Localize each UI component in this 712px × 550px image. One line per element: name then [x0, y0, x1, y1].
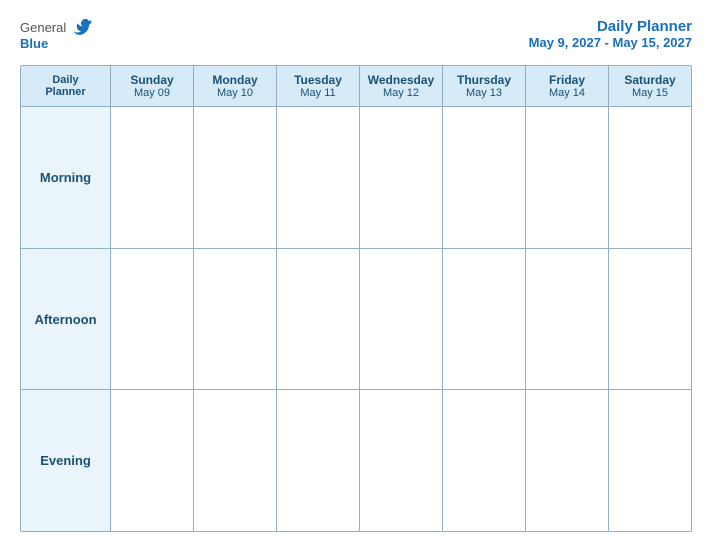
afternoon-row: Afternoon: [21, 249, 691, 391]
col-header-saturday: Saturday May 15: [609, 66, 691, 106]
day-date-saturday: May 15: [632, 87, 668, 99]
logo-blue-text: Blue: [20, 36, 48, 51]
afternoon-wednesday[interactable]: [360, 249, 443, 390]
evening-label-text: Evening: [40, 453, 91, 468]
morning-sunday[interactable]: [111, 107, 194, 248]
afternoon-thursday[interactable]: [443, 249, 526, 390]
col-header-monday: Monday May 10: [194, 66, 277, 106]
header-label-bottom: Planner: [45, 86, 85, 98]
morning-wednesday[interactable]: [360, 107, 443, 248]
calendar-grid: Daily Planner Sunday May 09 Monday May 1…: [20, 65, 692, 532]
morning-monday[interactable]: [194, 107, 277, 248]
planner-dates: May 9, 2027 - May 15, 2027: [529, 35, 692, 50]
day-date-monday: May 10: [217, 87, 253, 99]
afternoon-monday[interactable]: [194, 249, 277, 390]
header: General Blue Daily Planner May 9, 2027 -…: [20, 18, 692, 51]
col-header-sunday: Sunday May 09: [111, 66, 194, 106]
logo-bird-icon: [70, 18, 92, 36]
evening-row: Evening: [21, 390, 691, 531]
page: General Blue Daily Planner May 9, 2027 -…: [0, 0, 712, 550]
day-date-thursday: May 13: [466, 87, 502, 99]
morning-tuesday[interactable]: [277, 107, 360, 248]
morning-friday[interactable]: [526, 107, 609, 248]
day-name-thursday: Thursday: [457, 73, 511, 87]
col-header-thursday: Thursday May 13: [443, 66, 526, 106]
logo-area: General Blue: [20, 18, 92, 51]
morning-label: Morning: [21, 107, 111, 248]
col-header-friday: Friday May 14: [526, 66, 609, 106]
title-area: Daily Planner May 9, 2027 - May 15, 2027: [529, 18, 692, 50]
calendar-header-row: Daily Planner Sunday May 09 Monday May 1…: [21, 66, 691, 107]
day-date-wednesday: May 12: [383, 87, 419, 99]
day-date-sunday: May 09: [134, 87, 170, 99]
day-name-friday: Friday: [549, 73, 585, 87]
col-header-wednesday: Wednesday May 12: [360, 66, 443, 106]
afternoon-label-text: Afternoon: [34, 312, 96, 327]
morning-saturday[interactable]: [609, 107, 691, 248]
afternoon-sunday[interactable]: [111, 249, 194, 390]
afternoon-friday[interactable]: [526, 249, 609, 390]
evening-friday[interactable]: [526, 390, 609, 531]
logo-general-text: General: [20, 20, 66, 35]
day-name-sunday: Sunday: [130, 73, 173, 87]
evening-tuesday[interactable]: [277, 390, 360, 531]
morning-row: Morning: [21, 107, 691, 249]
day-name-saturday: Saturday: [624, 73, 675, 87]
day-name-wednesday: Wednesday: [368, 73, 434, 87]
day-date-friday: May 14: [549, 87, 585, 99]
morning-thursday[interactable]: [443, 107, 526, 248]
evening-saturday[interactable]: [609, 390, 691, 531]
day-name-monday: Monday: [212, 73, 257, 87]
evening-monday[interactable]: [194, 390, 277, 531]
afternoon-tuesday[interactable]: [277, 249, 360, 390]
header-label-top: Daily: [52, 74, 78, 86]
planner-title: Daily Planner: [529, 18, 692, 35]
afternoon-label: Afternoon: [21, 249, 111, 390]
afternoon-saturday[interactable]: [609, 249, 691, 390]
day-name-tuesday: Tuesday: [294, 73, 342, 87]
evening-label: Evening: [21, 390, 111, 531]
day-date-tuesday: May 11: [300, 87, 335, 99]
evening-thursday[interactable]: [443, 390, 526, 531]
col-header-tuesday: Tuesday May 11: [277, 66, 360, 106]
morning-label-text: Morning: [40, 170, 91, 185]
evening-sunday[interactable]: [111, 390, 194, 531]
evening-wednesday[interactable]: [360, 390, 443, 531]
header-label-cell: Daily Planner: [21, 66, 111, 106]
